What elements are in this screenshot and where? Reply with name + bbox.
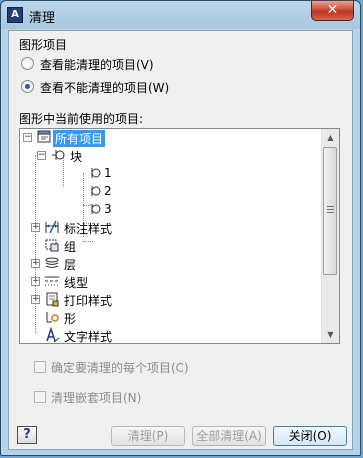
radio-label: 查看不能清理的项目(W) [40, 81, 170, 95]
tree-node-block-3[interactable]: 3 [20, 201, 320, 218]
tree-node-linetype[interactable]: + 线型 [20, 273, 320, 290]
text-style-icon [46, 327, 60, 343]
close-button[interactable]: 关闭(O) [273, 426, 347, 446]
tree-node-block-1[interactable]: 1 [20, 165, 320, 182]
purge-button[interactable]: 清理(P) [111, 426, 185, 446]
tree-node-block[interactable]: − 块 [20, 147, 320, 164]
radio-button[interactable] [21, 57, 34, 70]
items-tree[interactable]: − 所有项目 − 块 1 2 3 + 标注样式 组 + 层 + 线型 + 打印样… [19, 128, 340, 344]
block-icon [91, 168, 101, 178]
tree-item-label: 块 [70, 150, 83, 164]
checkbox-label: 清理嵌套项目(N) [51, 391, 142, 405]
tree-node-all-items[interactable]: − 所有项目 [20, 129, 320, 147]
expand-icon[interactable]: + [31, 259, 40, 268]
expand-icon[interactable]: + [31, 295, 40, 304]
tree-node-shape[interactable]: 形 [20, 309, 320, 326]
items-in-use-label: 图形中当前使用的项目: [19, 112, 144, 126]
scrollbar-thumb[interactable] [323, 147, 337, 275]
layer-icon [45, 257, 59, 268]
tree-node-block-2[interactable]: 2 [20, 183, 320, 200]
checkbox[interactable] [34, 361, 46, 373]
tree-item-label: 形 [64, 312, 77, 326]
scroll-down-icon[interactable]: ▼ [322, 326, 339, 343]
tree-item-label: 1 [104, 166, 112, 180]
purge-all-button[interactable]: 全部清理(A) [192, 426, 266, 446]
window-title: 清理 [29, 11, 56, 26]
tree-item-label: 3 [104, 202, 112, 216]
plot-style-icon [46, 292, 59, 307]
dialog-content: 图形项目 查看能清理的项目(V) 查看不能清理的项目(W) 图形中当前使用的项目… [8, 30, 353, 450]
tree-scrollbar[interactable]: ▲ ▼ [321, 129, 339, 343]
title-bar[interactable]: A 清理 ✕ [1, 1, 360, 29]
tree-node-layer[interactable]: + 层 [20, 255, 320, 272]
tree-item-label: 打印样式 [64, 294, 113, 308]
scroll-up-icon[interactable]: ▲ [322, 129, 339, 146]
drawing-icon [37, 130, 51, 143]
tree-node-dimstyle[interactable]: + 标注样式 [20, 219, 320, 236]
linetype-icon [45, 276, 59, 286]
block-icon [52, 150, 65, 160]
group-icon [45, 239, 59, 252]
tree-item-label: 文字样式 [64, 330, 113, 344]
close-icon: ✕ [326, 2, 339, 18]
tree-item-label: 组 [64, 240, 77, 254]
expand-icon[interactable]: + [31, 223, 40, 232]
collapse-icon[interactable]: − [23, 133, 32, 142]
grip-icon [327, 206, 334, 213]
drawing-items-group-label: 图形项目 [19, 38, 68, 52]
autocad-app-icon: A [7, 7, 23, 23]
tree-root-label: 所有项目 [53, 130, 106, 147]
purge-dialog: A 清理 ✕ 图形项目 查看能清理的项目(V) 查看不能清理的项目(W) 图形中… [0, 0, 361, 456]
tree-item-label: 标注样式 [64, 222, 113, 236]
expand-icon[interactable]: + [31, 277, 40, 286]
radio-button-checked[interactable] [21, 80, 34, 93]
tree-item-label: 线型 [64, 276, 89, 290]
tree-node-group[interactable]: 组 [20, 237, 320, 254]
dimension-style-icon [45, 220, 59, 234]
collapse-icon[interactable]: − [37, 151, 46, 160]
close-window-button[interactable]: ✕ [311, 1, 354, 21]
help-button[interactable]: ? [17, 426, 37, 444]
checkbox[interactable] [34, 391, 46, 403]
shape-icon [46, 312, 59, 323]
block-icon [91, 186, 101, 196]
tree-node-plotstyle[interactable]: + 打印样式 [20, 291, 320, 308]
radio-label: 查看能清理的项目(V) [40, 58, 154, 72]
tree-item-label: 层 [64, 258, 77, 272]
block-icon [91, 204, 101, 214]
checkbox-label: 确定要清理的每个项目(C) [51, 361, 189, 375]
tree-item-label: 2 [104, 184, 112, 198]
help-icon: ? [23, 427, 31, 442]
tree-node-textstyle[interactable]: 文字样式 [20, 327, 320, 344]
